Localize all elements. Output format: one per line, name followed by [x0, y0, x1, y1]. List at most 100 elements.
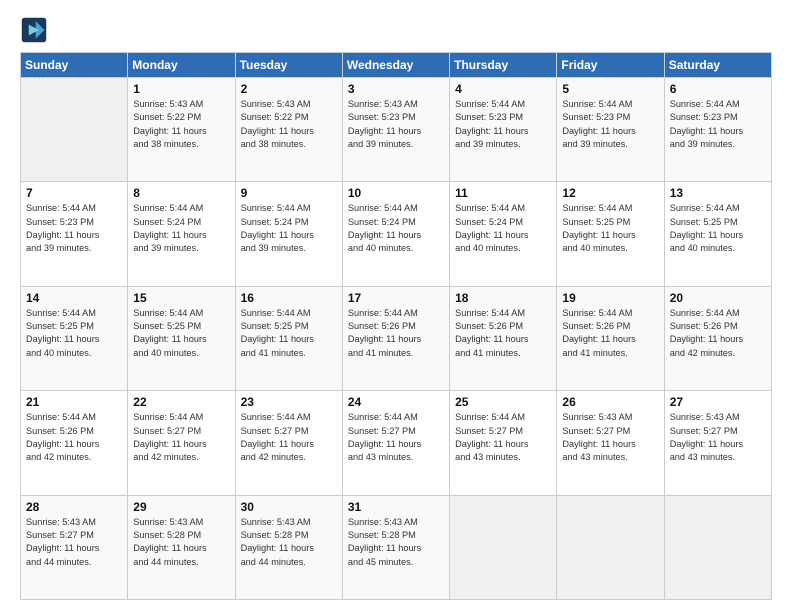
day-info: Sunrise: 5:44 AM Sunset: 5:27 PM Dayligh… — [241, 411, 337, 464]
day-number: 24 — [348, 395, 444, 409]
day-cell: 31 Sunrise: 5:43 AM Sunset: 5:28 PM Dayli… — [342, 495, 449, 599]
day-info: Sunrise: 5:44 AM Sunset: 5:26 PM Dayligh… — [562, 307, 658, 360]
day-cell — [557, 495, 664, 599]
day-number: 12 — [562, 186, 658, 200]
day-cell: 19 Sunrise: 5:44 AM Sunset: 5:26 PM Dayli… — [557, 286, 664, 390]
day-cell: 5 Sunrise: 5:44 AM Sunset: 5:23 PM Daylig… — [557, 78, 664, 182]
day-cell: 15 Sunrise: 5:44 AM Sunset: 5:25 PM Dayli… — [128, 286, 235, 390]
day-info: Sunrise: 5:44 AM Sunset: 5:26 PM Dayligh… — [26, 411, 122, 464]
day-cell: 23 Sunrise: 5:44 AM Sunset: 5:27 PM Dayli… — [235, 391, 342, 495]
day-number: 14 — [26, 291, 122, 305]
day-number: 25 — [455, 395, 551, 409]
day-number: 26 — [562, 395, 658, 409]
header — [20, 16, 772, 44]
day-info: Sunrise: 5:43 AM Sunset: 5:23 PM Dayligh… — [348, 98, 444, 151]
day-info: Sunrise: 5:43 AM Sunset: 5:27 PM Dayligh… — [670, 411, 766, 464]
header-cell-friday: Friday — [557, 53, 664, 78]
day-info: Sunrise: 5:44 AM Sunset: 5:23 PM Dayligh… — [562, 98, 658, 151]
day-number: 1 — [133, 82, 229, 96]
week-row-1: 1 Sunrise: 5:43 AM Sunset: 5:22 PM Daylig… — [21, 78, 772, 182]
day-info: Sunrise: 5:44 AM Sunset: 5:27 PM Dayligh… — [455, 411, 551, 464]
week-row-5: 28 Sunrise: 5:43 AM Sunset: 5:27 PM Dayli… — [21, 495, 772, 599]
header-cell-wednesday: Wednesday — [342, 53, 449, 78]
day-cell: 25 Sunrise: 5:44 AM Sunset: 5:27 PM Dayli… — [450, 391, 557, 495]
day-info: Sunrise: 5:44 AM Sunset: 5:25 PM Dayligh… — [133, 307, 229, 360]
day-cell: 10 Sunrise: 5:44 AM Sunset: 5:24 PM Dayli… — [342, 182, 449, 286]
day-info: Sunrise: 5:44 AM Sunset: 5:23 PM Dayligh… — [455, 98, 551, 151]
day-info: Sunrise: 5:43 AM Sunset: 5:28 PM Dayligh… — [241, 516, 337, 569]
day-number: 29 — [133, 500, 229, 514]
day-cell: 1 Sunrise: 5:43 AM Sunset: 5:22 PM Daylig… — [128, 78, 235, 182]
day-cell: 22 Sunrise: 5:44 AM Sunset: 5:27 PM Dayli… — [128, 391, 235, 495]
day-cell: 3Sunrise: 5:43 AM Sunset: 5:23 PM Daylig… — [342, 78, 449, 182]
day-number: 16 — [241, 291, 337, 305]
header-cell-thursday: Thursday — [450, 53, 557, 78]
day-number: 9 — [241, 186, 337, 200]
day-info: Sunrise: 5:44 AM Sunset: 5:26 PM Dayligh… — [348, 307, 444, 360]
day-number: 13 — [670, 186, 766, 200]
day-cell — [21, 78, 128, 182]
day-info: Sunrise: 5:43 AM Sunset: 5:27 PM Dayligh… — [26, 516, 122, 569]
day-cell: 24 Sunrise: 5:44 AM Sunset: 5:27 PM Dayli… — [342, 391, 449, 495]
day-number: 20 — [670, 291, 766, 305]
day-cell: 18Sunrise: 5:44 AM Sunset: 5:26 PM Dayli… — [450, 286, 557, 390]
day-number: 18 — [455, 291, 551, 305]
header-cell-tuesday: Tuesday — [235, 53, 342, 78]
day-number: 8 — [133, 186, 229, 200]
day-info: Sunrise: 5:44 AM Sunset: 5:25 PM Dayligh… — [241, 307, 337, 360]
day-info: Sunrise: 5:44 AM Sunset: 5:23 PM Dayligh… — [26, 202, 122, 255]
day-cell — [450, 495, 557, 599]
header-cell-sunday: Sunday — [21, 53, 128, 78]
day-info: Sunrise: 5:44 AM Sunset: 5:25 PM Dayligh… — [26, 307, 122, 360]
day-info: Sunrise: 5:44 AM Sunset: 5:24 PM Dayligh… — [348, 202, 444, 255]
day-cell: 21 Sunrise: 5:44 AM Sunset: 5:26 PM Dayli… — [21, 391, 128, 495]
day-cell: 4 Sunrise: 5:44 AM Sunset: 5:23 PM Daylig… — [450, 78, 557, 182]
day-number: 15 — [133, 291, 229, 305]
day-info: Sunrise: 5:43 AM Sunset: 5:22 PM Dayligh… — [133, 98, 229, 151]
day-number: 4 — [455, 82, 551, 96]
day-cell: 7 Sunrise: 5:44 AM Sunset: 5:23 PM Daylig… — [21, 182, 128, 286]
day-cell: 28 Sunrise: 5:43 AM Sunset: 5:27 PM Dayli… — [21, 495, 128, 599]
day-cell: 27 Sunrise: 5:43 AM Sunset: 5:27 PM Dayli… — [664, 391, 771, 495]
day-info: Sunrise: 5:44 AM Sunset: 5:26 PM Dayligh… — [670, 307, 766, 360]
calendar: SundayMondayTuesdayWednesdayThursdayFrid… — [20, 52, 772, 600]
day-info: Sunrise: 5:43 AM Sunset: 5:22 PM Dayligh… — [241, 98, 337, 151]
header-cell-saturday: Saturday — [664, 53, 771, 78]
header-cell-monday: Monday — [128, 53, 235, 78]
day-number: 17 — [348, 291, 444, 305]
day-number: 10 — [348, 186, 444, 200]
day-number: 6 — [670, 82, 766, 96]
day-number: 5 — [562, 82, 658, 96]
day-number: 23 — [241, 395, 337, 409]
day-cell: 11Sunrise: 5:44 AM Sunset: 5:24 PM Dayli… — [450, 182, 557, 286]
week-row-3: 14 Sunrise: 5:44 AM Sunset: 5:25 PM Dayli… — [21, 286, 772, 390]
day-number: 27 — [670, 395, 766, 409]
day-number: 21 — [26, 395, 122, 409]
day-info: Sunrise: 5:44 AM Sunset: 5:24 PM Dayligh… — [241, 202, 337, 255]
day-cell: 2 Sunrise: 5:43 AM Sunset: 5:22 PM Daylig… — [235, 78, 342, 182]
day-number: 28 — [26, 500, 122, 514]
day-info: Sunrise: 5:44 AM Sunset: 5:27 PM Dayligh… — [348, 411, 444, 464]
day-cell — [664, 495, 771, 599]
day-info: Sunrise: 5:43 AM Sunset: 5:27 PM Dayligh… — [562, 411, 658, 464]
day-number: 7 — [26, 186, 122, 200]
day-cell: 17 Sunrise: 5:44 AM Sunset: 5:26 PM Dayli… — [342, 286, 449, 390]
day-cell: 6Sunrise: 5:44 AM Sunset: 5:23 PM Daylig… — [664, 78, 771, 182]
day-cell: 14 Sunrise: 5:44 AM Sunset: 5:25 PM Dayli… — [21, 286, 128, 390]
day-cell: 30 Sunrise: 5:43 AM Sunset: 5:28 PM Dayli… — [235, 495, 342, 599]
day-number: 11 — [455, 186, 551, 200]
day-number: 31 — [348, 500, 444, 514]
day-number: 2 — [241, 82, 337, 96]
day-number: 30 — [241, 500, 337, 514]
day-number: 22 — [133, 395, 229, 409]
day-info: Sunrise: 5:43 AM Sunset: 5:28 PM Dayligh… — [348, 516, 444, 569]
day-cell: 20 Sunrise: 5:44 AM Sunset: 5:26 PM Dayli… — [664, 286, 771, 390]
day-cell: 16 Sunrise: 5:44 AM Sunset: 5:25 PM Dayli… — [235, 286, 342, 390]
week-row-4: 21 Sunrise: 5:44 AM Sunset: 5:26 PM Dayli… — [21, 391, 772, 495]
logo — [20, 16, 52, 44]
day-info: Sunrise: 5:44 AM Sunset: 5:27 PM Dayligh… — [133, 411, 229, 464]
day-number: 19 — [562, 291, 658, 305]
day-cell: 8Sunrise: 5:44 AM Sunset: 5:24 PM Daylig… — [128, 182, 235, 286]
day-cell: 26 Sunrise: 5:43 AM Sunset: 5:27 PM Dayli… — [557, 391, 664, 495]
day-info: Sunrise: 5:44 AM Sunset: 5:25 PM Dayligh… — [670, 202, 766, 255]
